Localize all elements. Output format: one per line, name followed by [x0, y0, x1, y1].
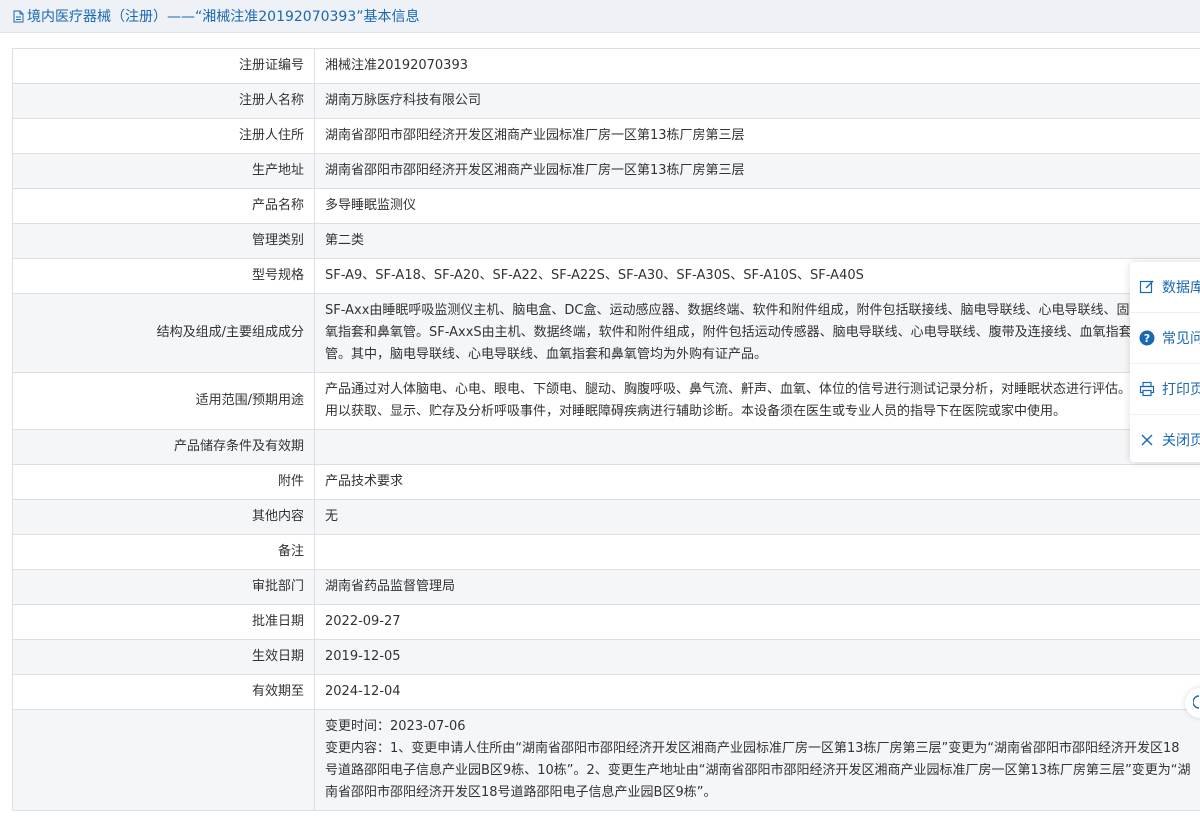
table-row: 产品名称 多导睡眠监测仪	[12, 188, 1200, 224]
help-circle-icon: ?	[1138, 329, 1156, 347]
field-value: 湖南省邵阳市邵阳经济开发区湘商产业园标准厂房一区第13栋厂房第三层	[314, 153, 1200, 189]
database-label: 数据库	[1162, 280, 1200, 296]
table-row: 备注	[12, 534, 1200, 570]
table-row: 附件 产品技术要求	[12, 464, 1200, 500]
table-row: 其他内容无	[12, 499, 1200, 535]
page-title-bar: 境内医疗器械（注册）——“湘械注准20192070393”基本信息	[0, 0, 1200, 33]
table-row: 管理类别 第二类	[12, 223, 1200, 259]
table-row: 批准日期 2022-09-27	[12, 604, 1200, 640]
field-label: 产品名称	[12, 188, 315, 224]
table-row: 注册人名称 湖南万脉医疗科技有限公司	[12, 83, 1200, 119]
field-label: 有效期至	[12, 674, 315, 710]
close-label: 关闭页	[1162, 433, 1200, 449]
field-label: 管理类别	[12, 223, 315, 259]
chat-icon	[1192, 694, 1200, 712]
print-icon	[1138, 380, 1156, 398]
table-row: 审批部门 湖南省药品监督管理局	[12, 569, 1200, 605]
field-label: 批准日期	[12, 604, 315, 640]
close-icon	[1138, 431, 1156, 449]
faq-label: 常见问题	[1162, 331, 1200, 347]
field-value: SF-Axx由睡眠呼吸监测仪主机、脑电盒、DC盒、运动感应器、数据终端、软件和附…	[314, 293, 1200, 373]
floating-toolbar: 数据库 ? 常见问题 打印页 关闭页	[1130, 262, 1200, 462]
close-button[interactable]: 关闭页	[1130, 415, 1200, 465]
field-label: 注册人住所	[12, 118, 315, 154]
field-value: 湘械注准20192070393	[314, 48, 1200, 84]
field-value: 多导睡眠监测仪	[314, 188, 1200, 224]
print-label: 打印页	[1162, 382, 1200, 398]
database-link[interactable]: 数据库	[1130, 262, 1200, 313]
table-row: 生效日期 2019-12-05	[12, 639, 1200, 675]
field-value	[314, 534, 1200, 570]
field-value	[314, 429, 1200, 465]
table-row: 适用范围/预期用途 产品通过对人体脑电、心电、眼电、下颌电、腿动、胸腹呼吸、鼻气流…	[12, 372, 1200, 430]
registration-info-table: 注册证编号 湘械注准20192070393 注册人名称 湖南万脉医疗科技有限公司 注…	[12, 48, 1200, 811]
field-label: 产品储存条件及有效期	[12, 429, 315, 465]
table-row: 型号规格 SF-A9、SF-A18、SF-A20、SF-A22、SF-A22S、S…	[12, 258, 1200, 294]
change-content: 变更内容：1、变更申请人住所由“湖南省邵阳市邵阳经济开发区湘商产业园标准厂房一区…	[325, 741, 1191, 800]
change-time: 变更时间：2023-07-06	[325, 719, 466, 734]
field-value: 2024-12-04	[314, 674, 1200, 710]
field-value: 2022-09-27	[314, 604, 1200, 640]
edit-icon	[1138, 278, 1156, 296]
table-row: 有效期至 2024-12-04	[12, 674, 1200, 710]
field-value: 湖南省邵阳市邵阳经济开发区湘商产业园标准厂房一区第13栋厂房第三层	[314, 118, 1200, 154]
print-button[interactable]: 打印页	[1130, 364, 1200, 415]
field-label: 型号规格	[12, 258, 315, 294]
page-title: 境内医疗器械（注册）——“湘械注准20192070393”基本信息	[27, 9, 420, 25]
svg-text:?: ?	[1144, 332, 1150, 345]
document-icon	[12, 10, 25, 23]
field-label: 附件	[12, 464, 315, 500]
field-label: 审批部门	[12, 569, 315, 605]
field-value: 湖南省药品监督管理局	[314, 569, 1200, 605]
field-value: 产品技术要求	[314, 464, 1200, 500]
faq-link[interactable]: ? 常见问题	[1130, 313, 1200, 364]
field-value: 无	[314, 499, 1200, 535]
field-label: 生效日期	[12, 639, 315, 675]
field-label: 注册证编号	[12, 48, 315, 84]
table-row: 注册人住所 湖南省邵阳市邵阳经济开发区湘商产业园标准厂房一区第13栋厂房第三层	[12, 118, 1200, 154]
table-row: 注册证编号 湘械注准20192070393	[12, 48, 1200, 84]
field-label: 适用范围/预期用途	[12, 372, 315, 430]
field-value: SF-A9、SF-A18、SF-A20、SF-A22、SF-A22S、SF-A3…	[314, 258, 1200, 294]
field-label: 其他内容	[12, 499, 315, 535]
field-value: 2019-12-05	[314, 639, 1200, 675]
field-label: 生产地址	[12, 153, 315, 189]
field-value: 产品通过对人体脑电、心电、眼电、下颌电、腿动、胸腹呼吸、鼻气流、鼾声、血氧、体位…	[314, 372, 1200, 430]
table-row: 结构及组成/主要组成成分 SF-Axx由睡眠呼吸监测仪主机、脑电盒、DC盒、运动感…	[12, 293, 1200, 373]
table-row: 产品储存条件及有效期	[12, 429, 1200, 465]
table-row: 变更时间：2023-07-06 变更内容：1、变更申请人住所由“湖南省邵阳市邵阳…	[12, 709, 1200, 811]
field-label: 结构及组成/主要组成成分	[12, 293, 315, 373]
table-row: 生产地址 湖南省邵阳市邵阳经济开发区湘商产业园标准厂房一区第13栋厂房第三层	[12, 153, 1200, 189]
field-value: 湖南万脉医疗科技有限公司	[314, 83, 1200, 119]
field-label	[12, 709, 315, 811]
field-label: 注册人名称	[12, 83, 315, 119]
change-record: 变更时间：2023-07-06 变更内容：1、变更申请人住所由“湖南省邵阳市邵阳…	[314, 709, 1200, 811]
field-value: 第二类	[314, 223, 1200, 259]
field-label: 备注	[12, 534, 315, 570]
